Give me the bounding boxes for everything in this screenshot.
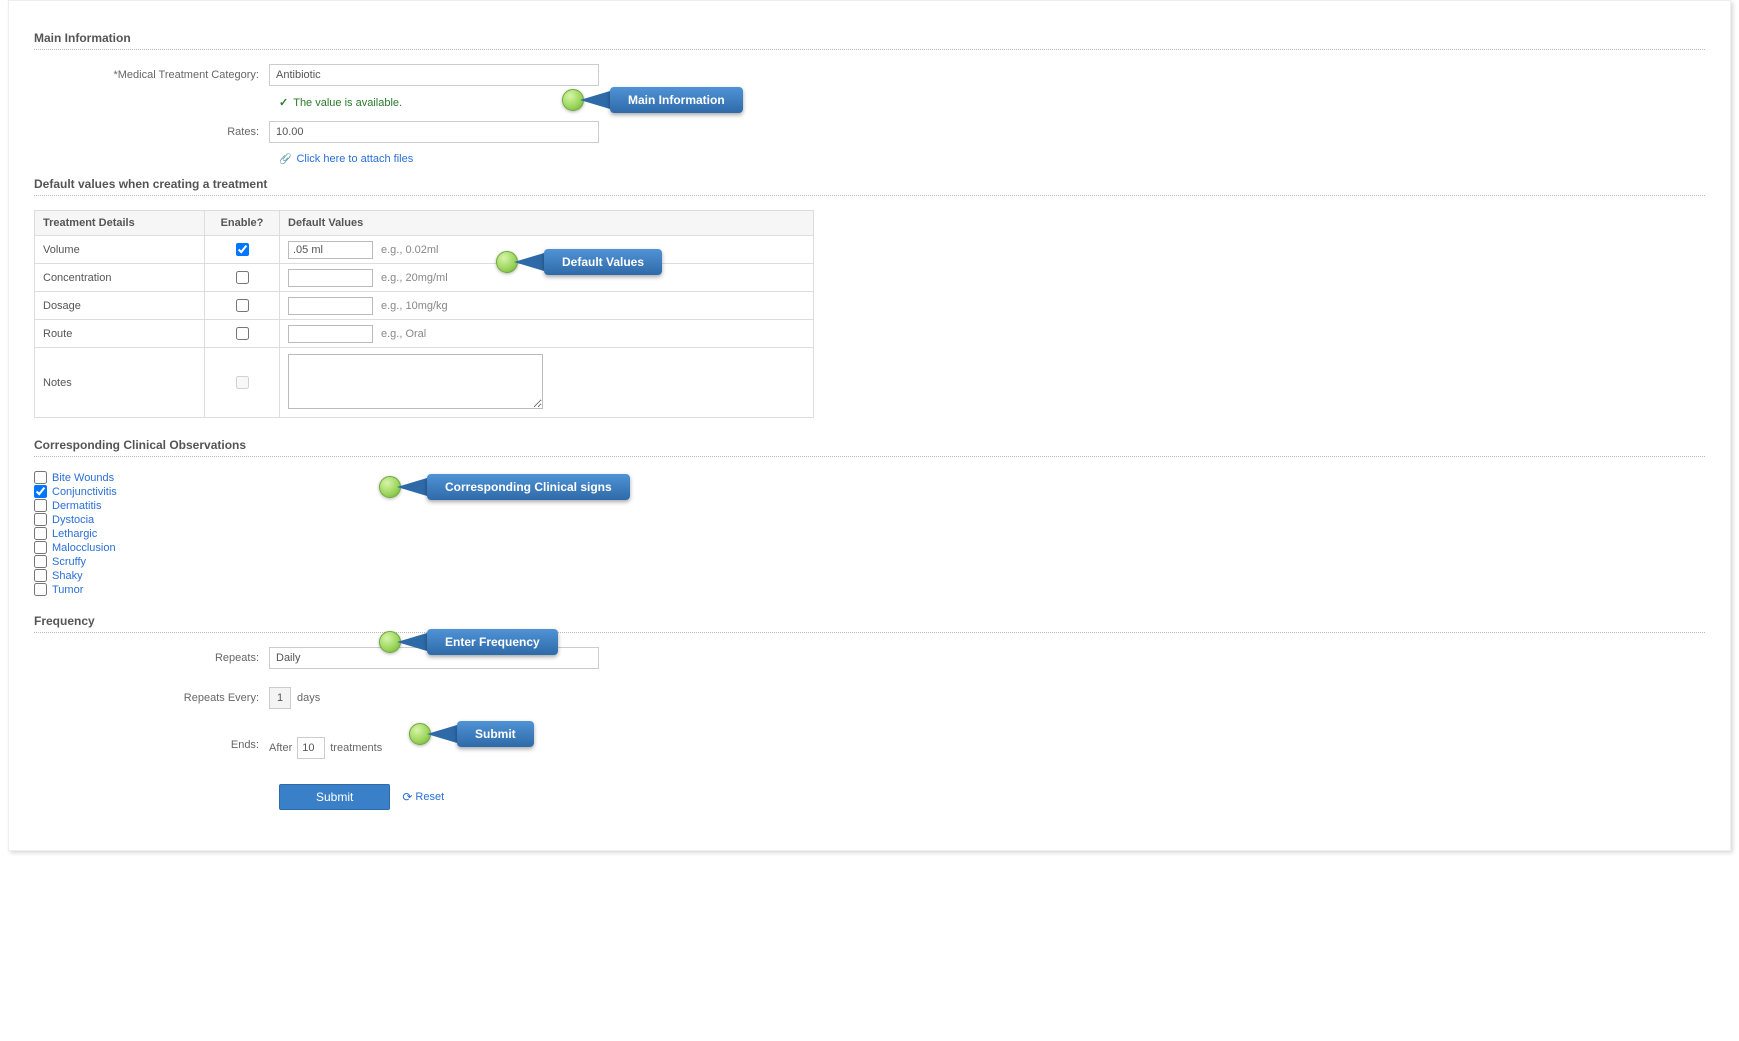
- observation-checkbox[interactable]: [34, 485, 47, 498]
- section-title-defaults: Default values when creating a treatment: [34, 177, 1705, 191]
- observation-link[interactable]: Dermatitis: [52, 500, 102, 512]
- ends-value-input[interactable]: [297, 737, 325, 759]
- rates-label: Rates:: [34, 126, 269, 138]
- th-enable: Enable?: [205, 211, 280, 236]
- hint-text: e.g., 10mg/kg: [381, 300, 448, 312]
- default-value-input[interactable]: [288, 241, 373, 259]
- observation-item: Malocclusion: [34, 541, 1705, 554]
- observation-item: Scruffy: [34, 555, 1705, 568]
- th-details: Treatment Details: [35, 211, 205, 236]
- enable-checkbox[interactable]: [236, 299, 249, 312]
- observation-item: Dystocia: [34, 513, 1705, 526]
- table-row: Dosage e.g., 10mg/kg: [35, 292, 814, 320]
- observation-checkbox[interactable]: [34, 527, 47, 540]
- check-icon: [279, 96, 288, 109]
- observation-checkbox[interactable]: [34, 583, 47, 596]
- default-value-input[interactable]: [288, 269, 373, 287]
- observation-checkbox[interactable]: [34, 541, 47, 554]
- enable-checkbox: [236, 376, 249, 389]
- repeats-input[interactable]: [269, 647, 599, 669]
- detail-label: Volume: [35, 236, 205, 264]
- repeats-every-unit: days: [297, 692, 320, 704]
- observation-item: Shaky: [34, 569, 1705, 582]
- observation-link[interactable]: Malocclusion: [52, 542, 116, 554]
- observation-checkbox[interactable]: [34, 471, 47, 484]
- rates-input[interactable]: [269, 121, 599, 143]
- defaults-table: Treatment Details Enable? Default Values…: [34, 210, 814, 418]
- th-values: Default Values: [280, 211, 814, 236]
- repeats-every-label: Repeats Every:: [34, 692, 269, 704]
- submit-button[interactable]: Submit: [279, 784, 390, 810]
- section-title-observations: Corresponding Clinical Observations: [34, 438, 1705, 452]
- observation-item: Conjunctivitis: [34, 485, 1705, 498]
- table-row: Route e.g., Oral: [35, 320, 814, 348]
- observation-checkbox[interactable]: [34, 555, 47, 568]
- divider: [34, 632, 1705, 633]
- observations-list: Bite Wounds Conjunctivitis Dermatitis Dysto…: [34, 471, 1705, 596]
- enable-checkbox[interactable]: [236, 327, 249, 340]
- observation-link[interactable]: Tumor: [52, 584, 83, 596]
- observation-item: Bite Wounds: [34, 471, 1705, 484]
- table-row: Concentration e.g., 20mg/ml: [35, 264, 814, 292]
- divider: [34, 195, 1705, 196]
- repeats-label: Repeats:: [34, 652, 269, 664]
- paperclip-icon: [279, 153, 291, 165]
- refresh-icon: [402, 790, 412, 804]
- reset-link[interactable]: Reset: [402, 790, 444, 804]
- observation-link[interactable]: Scruffy: [52, 556, 86, 568]
- hint-text: e.g., 20mg/ml: [381, 272, 448, 284]
- available-message: The value is available.: [293, 97, 402, 109]
- hint-text: e.g., 0.02ml: [381, 244, 438, 256]
- divider: [34, 456, 1705, 457]
- ends-prefix: After: [269, 742, 292, 754]
- observation-link[interactable]: Bite Wounds: [52, 472, 114, 484]
- observation-item: Dermatitis: [34, 499, 1705, 512]
- category-label: *Medical Treatment Category:: [34, 69, 269, 81]
- default-value-input[interactable]: [288, 325, 373, 343]
- table-row-notes: Notes: [35, 348, 814, 418]
- observation-checkbox[interactable]: [34, 499, 47, 512]
- ends-label: Ends:: [34, 737, 269, 751]
- detail-label: Dosage: [35, 292, 205, 320]
- repeats-every-input[interactable]: [269, 687, 291, 709]
- observation-link[interactable]: Lethargic: [52, 528, 97, 540]
- observation-link[interactable]: Shaky: [52, 570, 83, 582]
- section-title-frequency: Frequency: [34, 614, 1705, 628]
- observation-link[interactable]: Dystocia: [52, 514, 94, 526]
- detail-label: Route: [35, 320, 205, 348]
- table-row: Volume e.g., 0.02ml: [35, 236, 814, 264]
- detail-label: Concentration: [35, 264, 205, 292]
- observation-checkbox[interactable]: [34, 513, 47, 526]
- ends-suffix: treatments: [330, 742, 382, 754]
- enable-checkbox[interactable]: [236, 243, 249, 256]
- observation-item: Tumor: [34, 583, 1705, 596]
- notes-textarea[interactable]: [288, 354, 543, 409]
- category-input[interactable]: [269, 64, 599, 86]
- reset-label: Reset: [415, 791, 444, 803]
- default-value-input[interactable]: [288, 297, 373, 315]
- detail-label: Notes: [35, 348, 205, 418]
- attach-files-link[interactable]: Click here to attach files: [296, 153, 413, 165]
- observation-link[interactable]: Conjunctivitis: [52, 486, 117, 498]
- observation-item: Lethargic: [34, 527, 1705, 540]
- enable-checkbox[interactable]: [236, 271, 249, 284]
- observation-checkbox[interactable]: [34, 569, 47, 582]
- divider: [34, 49, 1705, 50]
- hint-text: e.g., Oral: [381, 328, 426, 340]
- section-title-main: Main Information: [34, 31, 1705, 45]
